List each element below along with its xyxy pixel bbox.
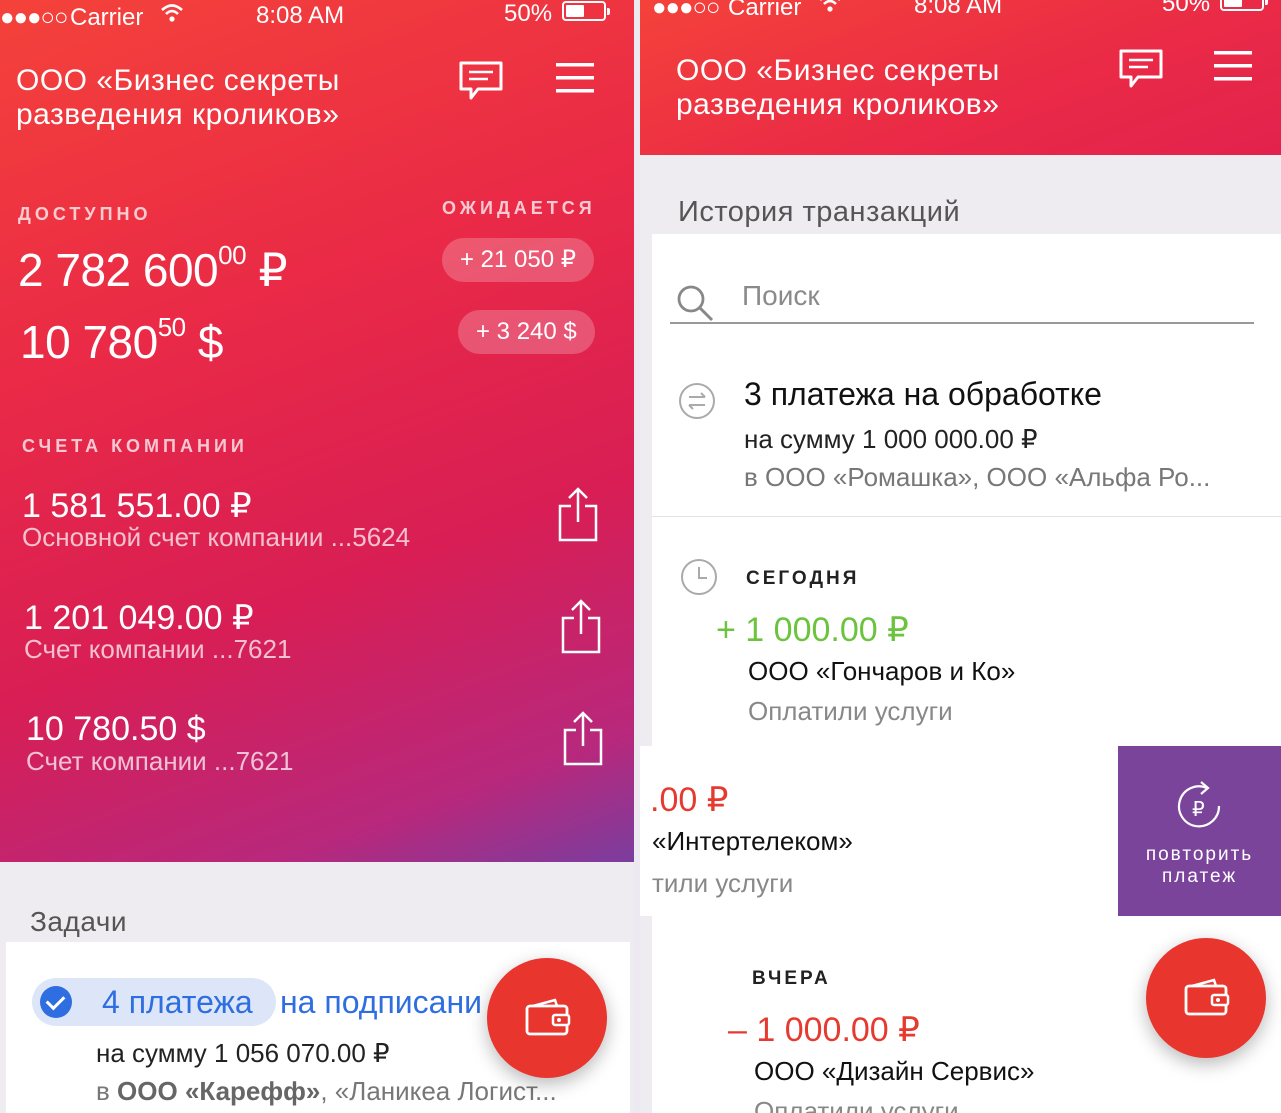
svg-text:₽: ₽ <box>1192 797 1205 821</box>
exchange-icon <box>679 383 715 419</box>
account-name: Счет компании ...7621 <box>26 746 294 776</box>
rub-currency: ₽ <box>258 244 288 296</box>
search-input[interactable] <box>742 280 1242 312</box>
task-count: 4 платежа <box>102 984 253 1020</box>
usd-expected-badge[interactable]: + 3 240 $ <box>458 310 595 354</box>
wallet-icon <box>1184 978 1230 1016</box>
carrier-name: Carrier <box>728 0 802 21</box>
signal-icon: ●●●○○ <box>0 4 68 31</box>
transaction-amount: + 1 000.00 ₽ <box>716 611 909 649</box>
share-icon[interactable] <box>558 486 598 542</box>
rub-expected-badge[interactable]: + 21 050 ₽ <box>442 238 595 282</box>
company-name: ООО «Бизнес секреты разведения кроликов» <box>16 64 340 131</box>
divider <box>652 516 1281 517</box>
pending-recipients: в ООО «Ромашка», ООО «Альфа Ро... <box>744 462 1211 492</box>
account-name: Основной счет компании ...5624 <box>22 522 411 552</box>
battery-icon <box>1220 0 1268 11</box>
transaction-amount: – 1 000.00 ₽ <box>728 1011 920 1049</box>
share-icon[interactable] <box>563 710 603 766</box>
usd-balance-main: 10 780 <box>20 316 158 368</box>
dashboard-screen: ●●●○○ Carrier 8:08 AM 50% ООО «Бизнес се… <box>0 0 634 1113</box>
status-bar: ●●●○○ Carrier 8:08 AM 50% <box>640 0 1281 24</box>
battery-icon <box>562 1 610 21</box>
account-amount: 1 581 551.00 ₽ <box>22 487 252 525</box>
chat-icon[interactable] <box>458 60 504 102</box>
transaction-counterparty: «Интертелеком» <box>652 826 853 856</box>
wallet-fab-button[interactable] <box>487 958 607 1078</box>
transaction-description: Оплатили услуги <box>754 1096 959 1113</box>
task-to-prefix: в <box>96 1076 110 1106</box>
day-label-yesterday: ВЧЕРА <box>752 968 831 989</box>
repeat-payment-button[interactable]: ₽ повторить платеж <box>1118 746 1281 916</box>
repeat-ruble-icon: ₽ <box>1177 781 1221 828</box>
usd-currency: $ <box>197 316 224 368</box>
menu-icon[interactable] <box>556 62 594 94</box>
search-bar[interactable] <box>670 274 1254 324</box>
task-to-bold: ООО «Карефф» <box>117 1076 321 1106</box>
task-recipients: в ООО «Карефф», «Ланикеа Логист... <box>96 1076 557 1107</box>
carrier-name: Carrier <box>70 4 144 31</box>
rub-balance-cents: 00 <box>218 240 247 270</box>
transaction-amount: .00 ₽ <box>650 781 729 819</box>
task-sum: на сумму 1 056 070.00 ₽ <box>96 1038 390 1068</box>
tasks-title: Задачи <box>30 906 128 937</box>
wifi-icon <box>818 0 842 21</box>
transactions-header: ●●●○○ Carrier 8:08 AM 50% ООО «Бизнес се… <box>640 0 1281 155</box>
rub-balance: 2 782 60000 ₽ <box>18 240 288 297</box>
task-sign-label: на подписани <box>280 984 482 1020</box>
menu-icon[interactable] <box>1214 50 1252 82</box>
transaction-counterparty: ООО «Дизайн Сервис» <box>754 1056 1035 1086</box>
pending-sum: на сумму 1 000 000.00 ₽ <box>744 424 1038 454</box>
history-title: История транзакций <box>678 196 961 228</box>
balance-header: ●●●○○ Carrier 8:08 AM 50% ООО «Бизнес се… <box>0 0 634 862</box>
pending-title: 3 платежа на обработке <box>744 376 1102 412</box>
clock-icon <box>681 559 717 595</box>
wifi-icon <box>160 2 184 31</box>
search-icon <box>677 285 714 322</box>
account-amount: 1 201 049.00 ₽ <box>24 599 254 637</box>
available-label: ДОСТУПНО <box>18 204 152 224</box>
clock-time: 8:08 AM <box>914 0 1003 19</box>
status-bar: ●●●○○ Carrier 8:08 AM 50% <box>0 0 634 34</box>
clock-time: 8:08 AM <box>256 2 345 29</box>
check-icon <box>40 986 72 1018</box>
usd-balance-cents: 50 <box>157 312 186 342</box>
rub-balance-main: 2 782 600 <box>18 244 219 296</box>
wallet-fab-button[interactable] <box>1146 938 1266 1058</box>
signal-icon: ●●●○○ <box>652 0 720 21</box>
battery-percent: 50% <box>504 0 553 27</box>
transaction-description: Оплатили услуги <box>748 696 953 726</box>
task-to-rest: , «Ланикеа Логист... <box>320 1076 557 1106</box>
account-amount: 10 780.50 $ <box>26 710 206 748</box>
wallet-icon <box>525 998 571 1036</box>
transactions-screen: ●●●○○ Carrier 8:08 AM 50% ООО «Бизнес се… <box>640 0 1281 1113</box>
day-label-today: СЕГОДНЯ <box>746 568 860 589</box>
usd-balance: 10 78050 $ <box>20 312 224 369</box>
task-count-chip[interactable]: 4 платежа <box>32 978 276 1026</box>
battery-percent: 50% <box>1162 0 1211 17</box>
expected-label: ОЖИДАЕТСЯ <box>442 198 596 218</box>
account-name: Счет компании ...7621 <box>24 634 292 664</box>
swiped-transaction-item[interactable]: .00 ₽ «Интертелеком» тили услуги ₽ повто… <box>640 746 1281 916</box>
company-name: ООО «Бизнес секреты разведения кроликов» <box>676 54 1000 121</box>
transaction-counterparty: ООО «Гончаров и Ко» <box>748 656 1016 686</box>
accounts-label: СЧЕТА КОМПАНИИ <box>22 436 248 456</box>
share-icon[interactable] <box>561 598 601 654</box>
chat-icon[interactable] <box>1118 48 1164 90</box>
transaction-description: тили услуги <box>652 868 794 898</box>
repeat-payment-label: повторить платеж <box>1145 844 1254 887</box>
